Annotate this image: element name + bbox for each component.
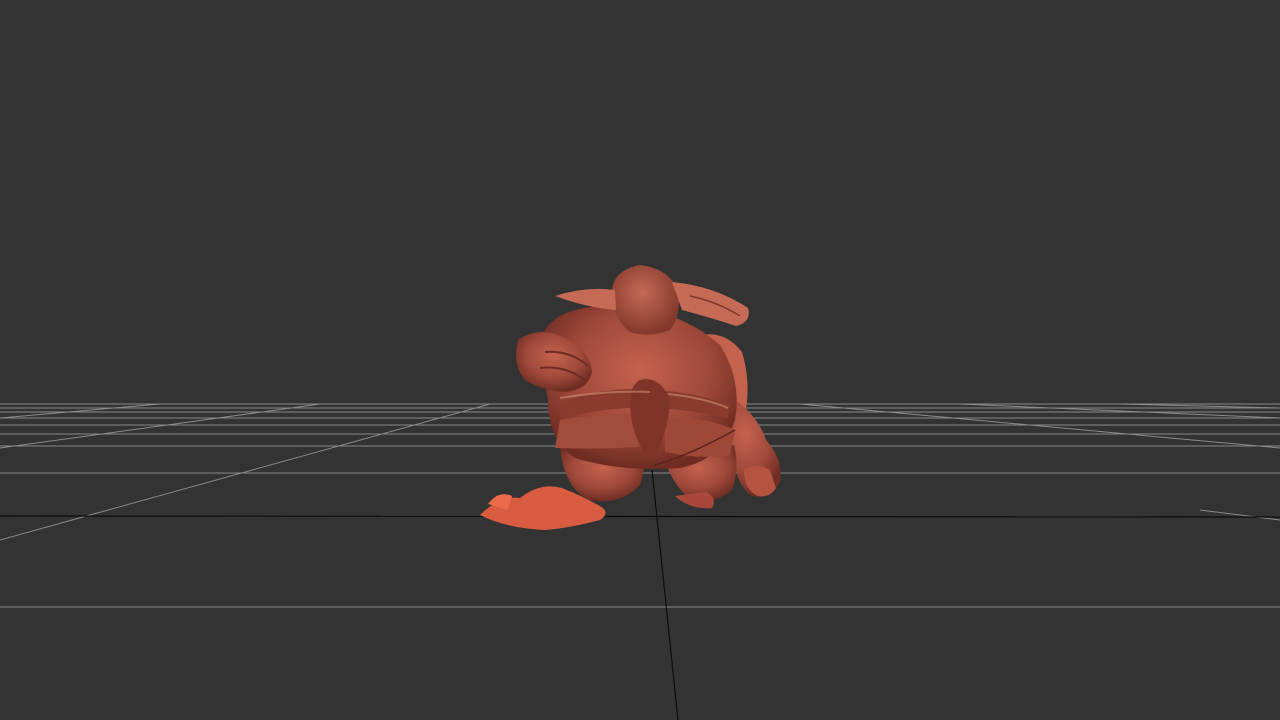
grid-line [799,403,1280,449]
z-axis-line [651,469,679,720]
grid-line [0,403,491,541]
grid-line [1199,509,1280,521]
model-right-foot [675,492,714,509]
grid-line [1119,403,1280,409]
model-left-ear [555,288,616,310]
model-right-ear [672,282,749,326]
grid-line [0,403,161,419]
sculpted-ogre-model[interactable] [480,265,781,530]
world-axes [0,469,1280,720]
grid-line [0,403,321,449]
3d-viewport[interactable] [0,0,1280,720]
grid-line [959,403,1280,419]
viewport-canvas[interactable] [0,0,1280,720]
x-axis-line [0,515,1280,518]
